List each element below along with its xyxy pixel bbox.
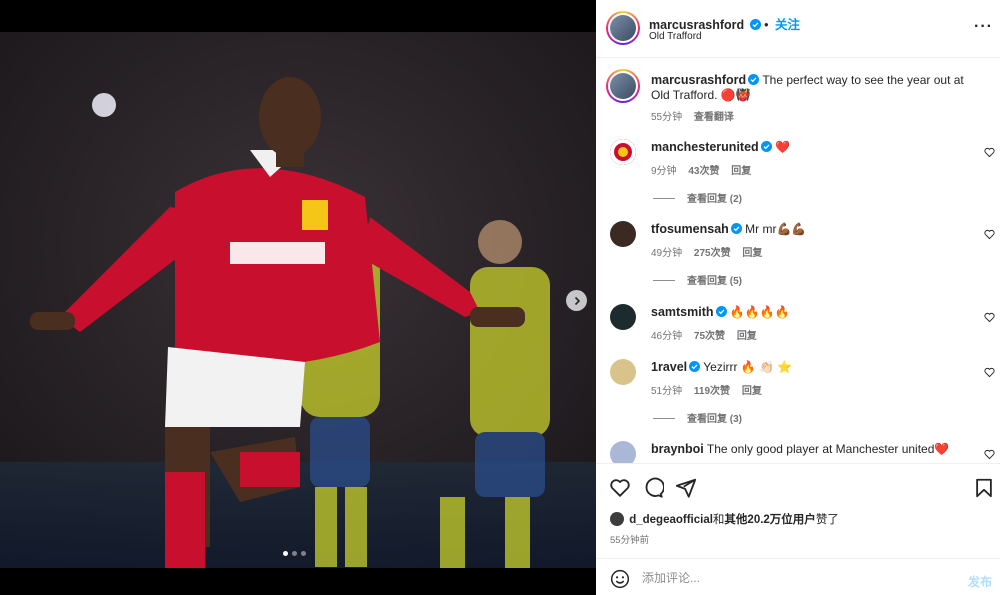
comment-username[interactable]: braynboi — [651, 442, 704, 456]
commenter-avatar[interactable] — [610, 441, 636, 463]
verified-badge-icon — [749, 19, 761, 30]
carousel-next-button[interactable] — [566, 290, 587, 311]
comment-text-block: braynboi The only good player at Manches… — [651, 442, 981, 457]
carousel-dot — [301, 551, 306, 556]
comment-text-block: samtsmith 🔥🔥🔥🔥 — [651, 305, 981, 320]
comment-like-heart-icon[interactable] — [984, 312, 995, 323]
view-replies-button[interactable]: 查看回复 (5) — [653, 272, 742, 287]
comment-meta: 49分钟 275次赞 回复 — [651, 244, 771, 259]
verified-badge-icon — [715, 306, 727, 317]
liker-username[interactable]: d_degeaofficial — [629, 514, 713, 526]
comment-like-heart-icon[interactable] — [984, 367, 995, 378]
verified-badge-icon — [689, 361, 701, 372]
follow-button[interactable]: 关注 — [775, 18, 800, 32]
comment-likes-count[interactable]: 119次赞 — [694, 386, 730, 397]
post-timestamp[interactable]: 55分钟前 — [610, 532, 649, 546]
comment-time: 46分钟 — [651, 331, 683, 342]
comment-username[interactable]: samtsmith — [651, 305, 714, 319]
comment-username[interactable]: manchesterunited — [651, 140, 759, 154]
comment-text: Mr mr💪🏾💪🏾 — [745, 222, 807, 236]
comment-like-heart-icon[interactable] — [984, 147, 995, 158]
emoji-icon[interactable] — [610, 569, 630, 589]
commenter-avatar[interactable] — [610, 304, 636, 330]
post-detail-panel: marcusrashford • 关注 Old Trafford ··· mar… — [596, 0, 1000, 595]
likes-summary: d_degeaofficial和其他20.2万位用户赞了 — [610, 511, 839, 527]
verified-badge-icon — [760, 141, 772, 152]
post-actions: d_degeaofficial和其他20.2万位用户赞了 55分钟前 — [596, 463, 1000, 558]
comment-text: 🔥🔥🔥🔥 — [729, 305, 790, 319]
comment-meta: 51分钟 119次赞 回复 — [651, 382, 771, 397]
comment-text: ❤️ — [775, 140, 790, 154]
caption-author-avatar[interactable] — [606, 69, 640, 103]
comment-like-heart-icon[interactable] — [984, 229, 995, 240]
comment-icon[interactable] — [642, 477, 664, 499]
location-link[interactable]: Old Trafford — [649, 31, 702, 42]
reply-button[interactable]: 回复 — [742, 248, 762, 259]
carousel-dot — [292, 551, 297, 556]
post-photo — [0, 32, 596, 568]
comment-time: 49分钟 — [651, 248, 683, 259]
commenter-avatar[interactable] — [610, 221, 636, 247]
caption-username[interactable]: marcusrashford — [651, 73, 746, 87]
carousel-indicator — [283, 551, 306, 556]
comment-likes-count[interactable]: 75次赞 — [694, 331, 725, 342]
reply-button[interactable]: 回复 — [731, 166, 751, 177]
author-username[interactable]: marcusrashford — [649, 18, 744, 32]
comment-time: 9分钟 — [651, 166, 677, 177]
chevron-right-icon — [574, 296, 580, 305]
likes-joiner: 和 — [712, 514, 725, 526]
reply-button[interactable]: 回复 — [737, 331, 757, 342]
carousel-dot-active — [283, 551, 288, 556]
add-comment-bar: 发布 — [596, 558, 1000, 595]
comment-text: The only good player at Manchester unite… — [706, 442, 950, 456]
likes-others-link[interactable]: 其他20.2万位用户 — [724, 514, 815, 526]
translate-button[interactable]: 查看翻译 — [694, 112, 734, 123]
verified-badge-icon — [730, 223, 742, 234]
liker-avatar[interactable] — [610, 512, 624, 526]
comment-meta: 46分钟 75次赞 回复 — [651, 327, 766, 342]
comment-text: Yezirrr 🔥 👏🏻 ⭐ — [703, 360, 793, 374]
reply-button[interactable]: 回复 — [742, 386, 762, 397]
commenter-avatar[interactable] — [610, 359, 636, 385]
caption-meta: 55分钟 查看翻译 — [651, 108, 743, 123]
comment-text-block: tfosumensah Mr mr💪🏾💪🏾 — [651, 222, 981, 237]
bookmark-icon[interactable] — [973, 477, 995, 499]
comment-likes-count[interactable]: 275次赞 — [694, 248, 731, 259]
comment-likes-count[interactable]: 43次赞 — [688, 166, 719, 177]
comment-meta: 9分钟 43次赞 回复 — [651, 162, 760, 177]
post-comment-button[interactable]: 发布 — [968, 573, 992, 590]
comment-like-heart-icon[interactable] — [984, 449, 995, 460]
comment-input[interactable] — [642, 567, 942, 589]
heart-icon[interactable] — [609, 477, 631, 499]
more-options-icon[interactable]: ··· — [974, 18, 993, 36]
comment-text-block: 1ravel Yezirrr 🔥 👏🏻 ⭐ — [651, 360, 981, 375]
post-header: marcusrashford • 关注 Old Trafford ··· — [596, 0, 1000, 58]
comment-username[interactable]: 1ravel — [651, 360, 687, 374]
view-replies-button[interactable]: 查看回复 (3) — [653, 410, 742, 425]
comments-list: marcusrashford The perfect way to see th… — [596, 59, 1000, 463]
verified-badge-icon — [748, 74, 760, 85]
author-avatar[interactable] — [606, 11, 640, 45]
club-crest-icon — [610, 139, 636, 165]
post-media-pane — [0, 0, 596, 595]
separator-dot: • — [764, 18, 773, 32]
comment-username[interactable]: tfosumensah — [651, 222, 729, 236]
share-icon[interactable] — [675, 477, 697, 499]
view-replies-button[interactable]: 查看回复 (2) — [653, 190, 742, 205]
caption-time: 55分钟 — [651, 112, 683, 123]
commenter-avatar[interactable] — [610, 139, 636, 165]
comment-time: 51分钟 — [651, 386, 683, 397]
comment-text-block: manchesterunited ❤️ — [651, 140, 981, 155]
likes-suffix: 赞了 — [815, 514, 839, 526]
caption-text-block: marcusrashford The perfect way to see th… — [651, 73, 981, 103]
